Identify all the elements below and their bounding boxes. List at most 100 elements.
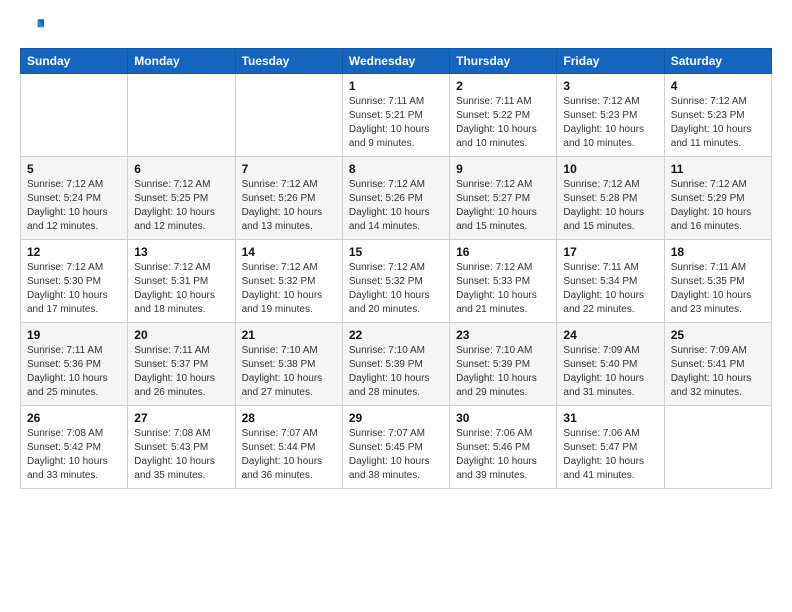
day-info: Sunrise: 7:06 AMSunset: 5:47 PMDaylight:…	[563, 427, 657, 483]
day-info: Sunrise: 7:10 AMSunset: 5:39 PMDaylight:…	[456, 344, 550, 400]
calendar-week-2: 5Sunrise: 7:12 AMSunset: 5:24 PMDaylight…	[21, 157, 772, 240]
calendar-cell: 29 Sunrise: 7:07 AMSunset: 5:45 PMDayligh…	[342, 406, 449, 489]
day-number: 10	[563, 162, 657, 176]
day-number: 30	[456, 411, 550, 425]
day-number: 18	[671, 245, 765, 259]
calendar-cell: 10 Sunrise: 7:12 AMSunset: 5:28 PMDayligh…	[557, 157, 664, 240]
day-info: Sunrise: 7:12 AMSunset: 5:31 PMDaylight:…	[134, 261, 228, 317]
day-info: Sunrise: 7:08 AMSunset: 5:42 PMDaylight:…	[27, 427, 121, 483]
calendar-cell: 14 Sunrise: 7:12 AMSunset: 5:32 PMDayligh…	[235, 240, 342, 323]
calendar-cell: 27 Sunrise: 7:08 AMSunset: 5:43 PMDayligh…	[128, 406, 235, 489]
day-info: Sunrise: 7:11 AMSunset: 5:37 PMDaylight:…	[134, 344, 228, 400]
day-info: Sunrise: 7:12 AMSunset: 5:30 PMDaylight:…	[27, 261, 121, 317]
calendar-cell: 23 Sunrise: 7:10 AMSunset: 5:39 PMDayligh…	[450, 323, 557, 406]
calendar-cell: 1 Sunrise: 7:11 AMSunset: 5:21 PMDaylight…	[342, 74, 449, 157]
day-info: Sunrise: 7:09 AMSunset: 5:41 PMDaylight:…	[671, 344, 765, 400]
day-number: 4	[671, 79, 765, 93]
calendar-cell: 21 Sunrise: 7:10 AMSunset: 5:38 PMDayligh…	[235, 323, 342, 406]
day-info: Sunrise: 7:09 AMSunset: 5:40 PMDaylight:…	[563, 344, 657, 400]
calendar-cell: 7Sunrise: 7:12 AMSunset: 5:26 PMDaylight…	[235, 157, 342, 240]
logo	[20, 16, 48, 40]
day-info: Sunrise: 7:10 AMSunset: 5:39 PMDaylight:…	[349, 344, 443, 400]
calendar-cell	[235, 74, 342, 157]
day-info: Sunrise: 7:12 AMSunset: 5:28 PMDaylight:…	[563, 178, 657, 234]
day-info: Sunrise: 7:12 AMSunset: 5:23 PMDaylight:…	[563, 95, 657, 151]
logo-icon	[20, 16, 44, 40]
day-number: 2	[456, 79, 550, 93]
day-number: 25	[671, 328, 765, 342]
weekday-header-wednesday: Wednesday	[342, 49, 449, 74]
day-info: Sunrise: 7:12 AMSunset: 5:29 PMDaylight:…	[671, 178, 765, 234]
day-info: Sunrise: 7:06 AMSunset: 5:46 PMDaylight:…	[456, 427, 550, 483]
day-info: Sunrise: 7:11 AMSunset: 5:36 PMDaylight:…	[27, 344, 121, 400]
day-info: Sunrise: 7:07 AMSunset: 5:45 PMDaylight:…	[349, 427, 443, 483]
calendar-cell: 11Sunrise: 7:12 AMSunset: 5:29 PMDayligh…	[664, 157, 771, 240]
day-info: Sunrise: 7:11 AMSunset: 5:34 PMDaylight:…	[563, 261, 657, 317]
header	[20, 16, 772, 40]
weekday-header-friday: Friday	[557, 49, 664, 74]
day-number: 8	[349, 162, 443, 176]
day-number: 21	[242, 328, 336, 342]
day-number: 16	[456, 245, 550, 259]
calendar-table: SundayMondayTuesdayWednesdayThursdayFrid…	[20, 48, 772, 489]
calendar-header-row: SundayMondayTuesdayWednesdayThursdayFrid…	[21, 49, 772, 74]
day-info: Sunrise: 7:07 AMSunset: 5:44 PMDaylight:…	[242, 427, 336, 483]
calendar-cell: 30 Sunrise: 7:06 AMSunset: 5:46 PMDayligh…	[450, 406, 557, 489]
calendar-week-1: 1 Sunrise: 7:11 AMSunset: 5:21 PMDaylight…	[21, 74, 772, 157]
day-number: 29	[349, 411, 443, 425]
calendar-cell: 16 Sunrise: 7:12 AMSunset: 5:33 PMDayligh…	[450, 240, 557, 323]
calendar-cell: 9 Sunrise: 7:12 AMSunset: 5:27 PMDaylight…	[450, 157, 557, 240]
calendar-cell: 26 Sunrise: 7:08 AMSunset: 5:42 PMDayligh…	[21, 406, 128, 489]
day-info: Sunrise: 7:12 AMSunset: 5:23 PMDaylight:…	[671, 95, 765, 151]
day-info: Sunrise: 7:12 AMSunset: 5:24 PMDaylight:…	[27, 178, 121, 234]
day-number: 24	[563, 328, 657, 342]
day-info: Sunrise: 7:12 AMSunset: 5:27 PMDaylight:…	[456, 178, 550, 234]
calendar-week-4: 19 Sunrise: 7:11 AMSunset: 5:36 PMDayligh…	[21, 323, 772, 406]
calendar-cell	[21, 74, 128, 157]
day-number: 20	[134, 328, 228, 342]
calendar-cell: 12Sunrise: 7:12 AMSunset: 5:30 PMDayligh…	[21, 240, 128, 323]
weekday-header-sunday: Sunday	[21, 49, 128, 74]
day-info: Sunrise: 7:12 AMSunset: 5:32 PMDaylight:…	[242, 261, 336, 317]
calendar-cell: 4 Sunrise: 7:12 AMSunset: 5:23 PMDaylight…	[664, 74, 771, 157]
day-number: 9	[456, 162, 550, 176]
day-number: 15	[349, 245, 443, 259]
day-info: Sunrise: 7:08 AMSunset: 5:43 PMDaylight:…	[134, 427, 228, 483]
day-number: 1	[349, 79, 443, 93]
day-number: 31	[563, 411, 657, 425]
page: SundayMondayTuesdayWednesdayThursdayFrid…	[0, 0, 792, 505]
day-number: 23	[456, 328, 550, 342]
weekday-header-tuesday: Tuesday	[235, 49, 342, 74]
day-number: 13	[134, 245, 228, 259]
calendar-cell: 22 Sunrise: 7:10 AMSunset: 5:39 PMDayligh…	[342, 323, 449, 406]
day-info: Sunrise: 7:11 AMSunset: 5:21 PMDaylight:…	[349, 95, 443, 151]
day-info: Sunrise: 7:10 AMSunset: 5:38 PMDaylight:…	[242, 344, 336, 400]
calendar-cell: 15 Sunrise: 7:12 AMSunset: 5:32 PMDayligh…	[342, 240, 449, 323]
calendar-cell: 25 Sunrise: 7:09 AMSunset: 5:41 PMDayligh…	[664, 323, 771, 406]
calendar-cell: 24 Sunrise: 7:09 AMSunset: 5:40 PMDayligh…	[557, 323, 664, 406]
day-info: Sunrise: 7:12 AMSunset: 5:33 PMDaylight:…	[456, 261, 550, 317]
calendar-cell	[664, 406, 771, 489]
day-number: 14	[242, 245, 336, 259]
day-info: Sunrise: 7:11 AMSunset: 5:22 PMDaylight:…	[456, 95, 550, 151]
day-info: Sunrise: 7:12 AMSunset: 5:26 PMDaylight:…	[242, 178, 336, 234]
calendar-cell: 3 Sunrise: 7:12 AMSunset: 5:23 PMDaylight…	[557, 74, 664, 157]
weekday-header-thursday: Thursday	[450, 49, 557, 74]
day-info: Sunrise: 7:12 AMSunset: 5:26 PMDaylight:…	[349, 178, 443, 234]
calendar-cell: 2 Sunrise: 7:11 AMSunset: 5:22 PMDaylight…	[450, 74, 557, 157]
day-number: 19	[27, 328, 121, 342]
day-number: 26	[27, 411, 121, 425]
day-number: 3	[563, 79, 657, 93]
day-number: 22	[349, 328, 443, 342]
weekday-header-monday: Monday	[128, 49, 235, 74]
calendar-cell: 19 Sunrise: 7:11 AMSunset: 5:36 PMDayligh…	[21, 323, 128, 406]
calendar-cell: 18Sunrise: 7:11 AMSunset: 5:35 PMDayligh…	[664, 240, 771, 323]
day-number: 6	[134, 162, 228, 176]
calendar-cell: 17Sunrise: 7:11 AMSunset: 5:34 PMDayligh…	[557, 240, 664, 323]
day-info: Sunrise: 7:12 AMSunset: 5:32 PMDaylight:…	[349, 261, 443, 317]
day-info: Sunrise: 7:12 AMSunset: 5:25 PMDaylight:…	[134, 178, 228, 234]
calendar-cell: 31 Sunrise: 7:06 AMSunset: 5:47 PMDayligh…	[557, 406, 664, 489]
day-number: 27	[134, 411, 228, 425]
calendar-cell: 13 Sunrise: 7:12 AMSunset: 5:31 PMDayligh…	[128, 240, 235, 323]
calendar-week-3: 12Sunrise: 7:12 AMSunset: 5:30 PMDayligh…	[21, 240, 772, 323]
